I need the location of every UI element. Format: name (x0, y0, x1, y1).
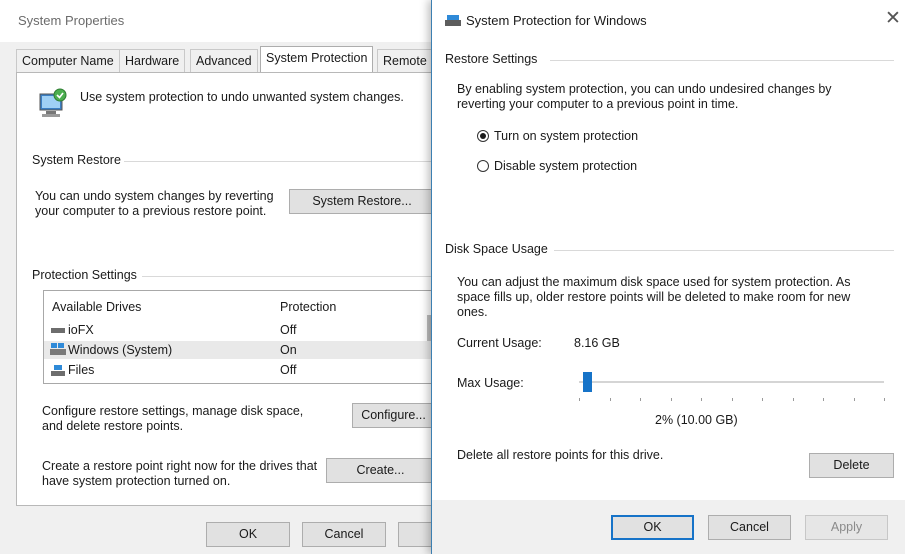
drive-name: ioFX (68, 323, 94, 337)
intro-text: Use system protection to undo unwanted s… (80, 90, 404, 104)
slider-tick (579, 398, 580, 401)
slider-tick (610, 398, 611, 401)
window-title: System Properties (18, 13, 125, 28)
slider-tick (671, 398, 672, 401)
dialog-titlebar[interactable]: System Protection for Windows ✕ (432, 0, 905, 40)
disable-label[interactable]: Disable system protection (494, 159, 637, 174)
divider (554, 250, 894, 251)
system-protection-dialog: System Protection for Windows ✕ Restore … (431, 0, 905, 554)
slider-tick (701, 398, 702, 401)
drive-protection: Off (280, 363, 297, 377)
drive-protection: On (280, 343, 297, 357)
slider-tick (823, 398, 824, 401)
restore-settings-header: Restore Settings (445, 52, 538, 66)
slider-tick (732, 398, 733, 401)
dialog-title: System Protection for Windows (466, 13, 647, 28)
slider-tick (884, 398, 885, 401)
drives-list-header: Available Drives Protection (44, 298, 436, 316)
configure-text-1: Configure restore settings, manage disk … (42, 404, 304, 418)
disk-space-text-3: ones. (457, 305, 488, 319)
drives-list[interactable]: Available Drives Protection ioFX Off Win… (43, 290, 437, 384)
list-item[interactable]: ioFX Off (44, 321, 436, 339)
drive-icon (445, 13, 461, 27)
disk-space-header: Disk Space Usage (445, 242, 548, 256)
create-text-2: have system protection turned on. (42, 474, 231, 488)
drive-name: Windows (System) (68, 343, 173, 357)
configure-button[interactable]: Configure... (352, 403, 435, 428)
drive-protection: Off (280, 323, 297, 337)
apply-button[interactable]: Apply (805, 515, 888, 540)
disable-radio[interactable] (477, 160, 489, 172)
max-usage-slider-thumb[interactable] (583, 372, 592, 392)
drive-icon (51, 364, 65, 376)
slider-tick (640, 398, 641, 401)
system-restore-header: System Restore (32, 153, 121, 167)
delete-text: Delete all restore points for this drive… (457, 448, 664, 462)
column-header-protection[interactable]: Protection (280, 298, 336, 316)
tab-remote[interactable]: Remote (377, 49, 433, 72)
system-protection-icon (34, 86, 68, 120)
turn-on-label[interactable]: Turn on system protection (494, 129, 638, 144)
create-button[interactable]: Create... (326, 458, 435, 483)
max-usage-slider-track[interactable] (579, 381, 884, 383)
windows-drive-icon (50, 343, 66, 356)
slider-tick (854, 398, 855, 401)
tab-panel (16, 72, 438, 506)
turn-on-radio[interactable] (477, 130, 489, 142)
tab-advanced[interactable]: Advanced (190, 49, 258, 72)
slider-tick (793, 398, 794, 401)
ok-button[interactable]: OK (611, 515, 694, 540)
column-header-drives[interactable]: Available Drives (52, 298, 141, 316)
restore-settings-text-2: reverting your computer to a previous po… (457, 97, 739, 111)
close-icon[interactable]: ✕ (884, 9, 902, 29)
list-item[interactable]: Files Off (44, 361, 436, 379)
tab-hardware[interactable]: Hardware (119, 49, 186, 72)
delete-button[interactable]: Delete (809, 453, 894, 478)
max-usage-value: 2% (10.00 GB) (655, 413, 738, 427)
divider (550, 60, 894, 61)
max-usage-label: Max Usage: (457, 376, 524, 390)
configure-text-2: and delete restore points. (42, 419, 184, 433)
ok-button[interactable]: OK (206, 522, 290, 547)
tab-computer-name[interactable]: Computer Name (16, 49, 120, 72)
tab-system-protection[interactable]: System Protection (260, 46, 374, 72)
system-restore-text-1: You can undo system changes by reverting (35, 189, 274, 203)
system-restore-button[interactable]: System Restore... (289, 189, 435, 214)
dialog-footer: OK Cancel Apply (432, 500, 905, 554)
disk-space-text-1: You can adjust the maximum disk space us… (457, 275, 851, 289)
cancel-button[interactable]: Cancel (708, 515, 791, 540)
current-usage-label: Current Usage: (457, 336, 542, 350)
protection-settings-header: Protection Settings (32, 268, 137, 282)
system-restore-text-2: your computer to a previous restore poin… (35, 204, 267, 218)
drive-icon (51, 328, 65, 333)
list-item[interactable]: Windows (System) On (44, 341, 436, 359)
slider-tick (762, 398, 763, 401)
divider (142, 276, 434, 277)
restore-settings-text-1: By enabling system protection, you can u… (457, 82, 832, 96)
create-text-1: Create a restore point right now for the… (42, 459, 318, 473)
drive-name: Files (68, 363, 95, 377)
current-usage-value: 8.16 GB (574, 336, 620, 350)
cancel-button[interactable]: Cancel (302, 522, 386, 547)
divider (124, 161, 434, 162)
disk-space-text-2: space fills up, older restore points wil… (457, 290, 851, 304)
